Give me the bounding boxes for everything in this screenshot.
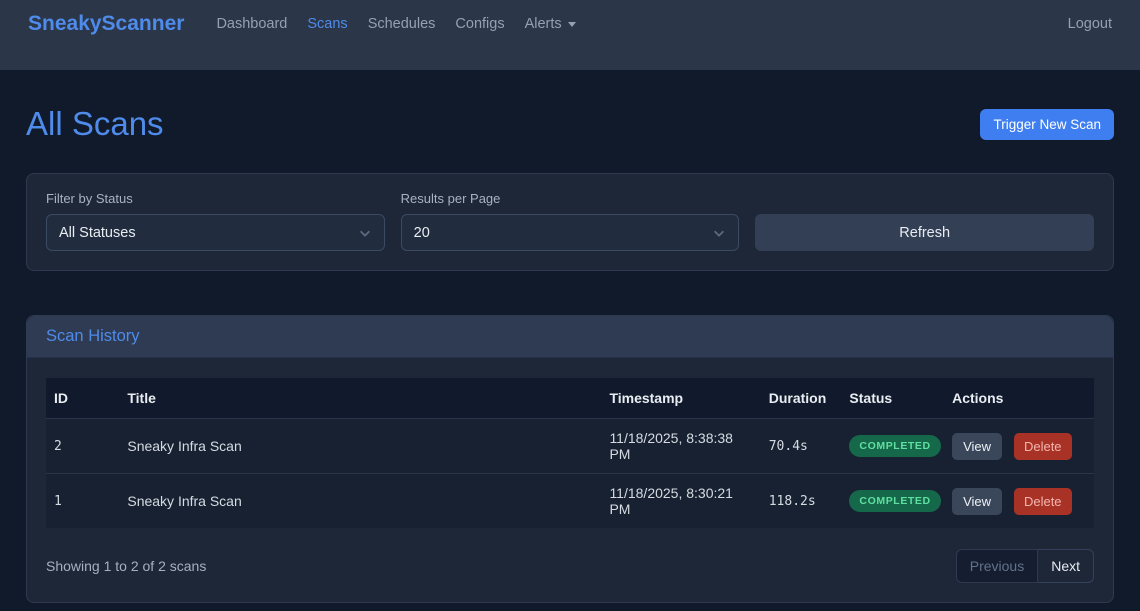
scan-duration: 70.4s	[761, 419, 842, 474]
status-badge: COMPLETED	[849, 435, 940, 457]
scan-history-title: Scan History	[46, 327, 140, 345]
filter-card: Filter by Status All Statuses Results pe…	[26, 173, 1114, 271]
logout-link[interactable]: Logout	[1068, 16, 1112, 32]
previous-page-button[interactable]: Previous	[956, 549, 1038, 583]
status-filter-label: Filter by Status	[46, 191, 385, 206]
scan-timestamp: 11/18/2025, 8:30:21 PM	[601, 474, 760, 529]
nav-link-dashboard[interactable]: Dashboard	[209, 16, 294, 32]
navbar: SneakyScanner Dashboard Scans Schedules …	[0, 0, 1140, 70]
per-page-value: 20	[414, 225, 430, 241]
scan-duration: 118.2s	[761, 474, 842, 529]
delete-button[interactable]: Delete	[1014, 488, 1072, 515]
scan-id: 2	[46, 419, 119, 474]
nav-link-alerts[interactable]: Alerts	[518, 16, 583, 32]
refresh-button[interactable]: Refresh	[755, 214, 1094, 251]
showing-summary: Showing 1 to 2 of 2 scans	[46, 558, 206, 574]
table-header-row: ID Title Timestamp Duration Status Actio…	[46, 378, 1094, 419]
per-page-label: Results per Page	[401, 191, 740, 206]
pagination: Previous Next	[956, 549, 1094, 583]
view-button[interactable]: View	[952, 433, 1002, 460]
column-header-timestamp: Timestamp	[601, 378, 760, 419]
trigger-new-scan-button[interactable]: Trigger New Scan	[980, 109, 1114, 140]
scan-history-table: ID Title Timestamp Duration Status Actio…	[46, 378, 1094, 528]
delete-button[interactable]: Delete	[1014, 433, 1072, 460]
scan-history-header: Scan History	[27, 316, 1113, 358]
chevron-down-icon	[358, 226, 372, 240]
column-header-status: Status	[841, 378, 944, 419]
main-content: All Scans Trigger New Scan Filter by Sta…	[0, 105, 1140, 603]
scan-id: 1	[46, 474, 119, 529]
status-badge: COMPLETED	[849, 490, 940, 512]
page-title: All Scans	[26, 105, 164, 143]
next-page-button[interactable]: Next	[1038, 549, 1094, 583]
status-filter-value: All Statuses	[59, 225, 136, 241]
view-button[interactable]: View	[952, 488, 1002, 515]
chevron-down-icon	[712, 226, 726, 240]
table-row: 1 Sneaky Infra Scan 11/18/2025, 8:30:21 …	[46, 474, 1094, 529]
column-header-duration: Duration	[761, 378, 842, 419]
nav-links: Dashboard Scans Schedules Configs Alerts	[206, 16, 585, 32]
scan-history-card: Scan History ID Title Timestamp Duration…	[26, 315, 1114, 603]
nav-link-scans[interactable]: Scans	[300, 16, 354, 32]
column-header-actions: Actions	[944, 378, 1094, 419]
per-page-select[interactable]: 20	[401, 214, 740, 251]
nav-link-schedules[interactable]: Schedules	[361, 16, 443, 32]
column-header-id: ID	[46, 378, 119, 419]
scan-timestamp: 11/18/2025, 8:38:38 PM	[601, 419, 760, 474]
caret-down-icon	[568, 22, 576, 27]
brand-logo[interactable]: SneakyScanner	[28, 12, 184, 36]
scan-title: Sneaky Infra Scan	[119, 474, 601, 529]
nav-link-alerts-label: Alerts	[525, 16, 562, 32]
table-row: 2 Sneaky Infra Scan 11/18/2025, 8:38:38 …	[46, 419, 1094, 474]
scan-title: Sneaky Infra Scan	[119, 419, 601, 474]
nav-link-configs[interactable]: Configs	[448, 16, 511, 32]
status-filter-select[interactable]: All Statuses	[46, 214, 385, 251]
column-header-title: Title	[119, 378, 601, 419]
